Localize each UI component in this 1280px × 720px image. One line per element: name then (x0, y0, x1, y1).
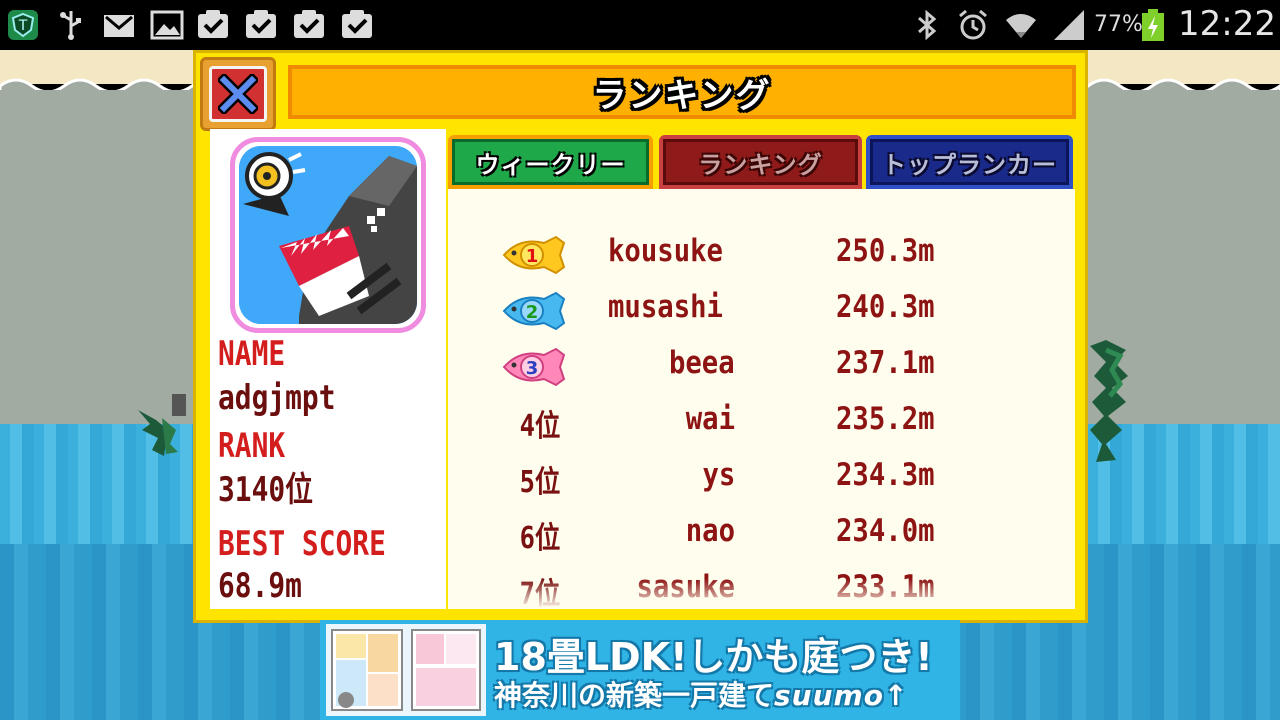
svg-text:1: 1 (526, 246, 539, 267)
blue-fish-icon: 2 (502, 291, 566, 331)
status-bar: T 77% 12:22 (0, 0, 1280, 50)
ranking-dialog: ランキング NAME adgjmpt RANK 3140位 BEST SCORE… (193, 50, 1088, 623)
ad-banner[interactable]: 18畳LDK!しかも庭つき! 神奈川の新築一戸建てsuumo↑ (320, 620, 960, 720)
ad-subline: 神奈川の新築一戸建てsuumo↑ (494, 674, 907, 714)
game-app-icon (230, 137, 426, 333)
best-score-label: BEST SCORE (218, 524, 386, 564)
ad-subline-text: 神奈川の新築一戸建て (494, 679, 775, 712)
download-done-icon (244, 8, 278, 42)
battery-percent: 77% (1094, 12, 1143, 37)
player-best-score: 68.9m (218, 566, 302, 606)
ranking-row: 2 musashi 240.3m (448, 283, 1075, 339)
svg-text:T: T (18, 18, 28, 34)
tab-top-rankers-label: トップランカー (882, 150, 1057, 179)
title-bar: ランキング (288, 65, 1076, 119)
seaweed-left (138, 394, 186, 456)
shield-app-icon: T (6, 8, 40, 42)
clock: 12:22 (1178, 4, 1276, 44)
rank-score: 234.0m (836, 513, 935, 549)
rank-position: 5位 (519, 465, 561, 500)
battery-charging-icon (1140, 8, 1166, 42)
download-done-icon (340, 8, 374, 42)
usb-icon (54, 8, 88, 42)
rank-position: 4位 (519, 409, 561, 444)
ranking-row: 3 beea 237.1m (448, 339, 1075, 395)
seaweed-right (1090, 340, 1128, 462)
signal-icon (1052, 8, 1086, 42)
list-fade (448, 579, 1075, 609)
gold-fish-icon: 1 (502, 235, 566, 275)
tab-weekly-label: ウィークリー (475, 150, 626, 179)
rank-name: nao (685, 513, 735, 549)
ranking-row: 4位 wai 235.2m (448, 395, 1075, 451)
ranking-row: 6位 nao 234.0m (448, 507, 1075, 563)
rank-name: kousuke (608, 233, 723, 269)
tab-ranking-label: ランキング (698, 150, 823, 179)
rank-name: ys (702, 457, 735, 493)
wifi-icon (1004, 8, 1038, 42)
close-button[interactable] (200, 57, 276, 131)
name-label: NAME (218, 334, 286, 374)
floorplan-image (326, 624, 486, 716)
ad-brand: suumo (774, 679, 884, 712)
rank-name: musashi (608, 289, 723, 325)
svg-text:3: 3 (526, 358, 539, 379)
bluetooth-icon (910, 8, 944, 42)
gmail-icon (102, 8, 136, 42)
alarm-icon (956, 8, 990, 42)
svg-text:2: 2 (526, 302, 539, 323)
ranking-list[interactable]: 1 kousuke 250.3m 2 musashi 240.3m 3 beea (448, 189, 1075, 609)
tab-ranking[interactable]: ランキング (659, 135, 862, 189)
rank-score: 234.3m (836, 457, 935, 493)
ranking-row: 5位 ys 234.3m (448, 451, 1075, 507)
rank-position: 6位 (519, 521, 561, 556)
player-panel: NAME adgjmpt RANK 3140位 BEST SCORE 68.9m (210, 129, 446, 609)
tab-top-rankers[interactable]: トップランカー (866, 135, 1073, 189)
ad-arrow-icon: ↑ (883, 679, 908, 712)
rank-score: 250.3m (836, 233, 935, 269)
tab-weekly[interactable]: ウィークリー (448, 135, 653, 189)
rank-label: RANK (218, 426, 286, 466)
player-rank: 3140位 (218, 470, 314, 510)
dialog-title: ランキング (592, 75, 772, 116)
pink-fish-icon: 3 (502, 347, 566, 387)
rank-name: beea (669, 345, 735, 381)
download-done-icon (196, 8, 230, 42)
rank-score: 237.1m (836, 345, 935, 381)
rank-name: wai (685, 401, 735, 437)
ranking-row: 1 kousuke 250.3m (448, 227, 1075, 283)
rank-score: 235.2m (836, 401, 935, 437)
rank-score: 240.3m (836, 289, 935, 325)
image-icon (150, 8, 184, 42)
download-done-icon (292, 8, 326, 42)
close-icon[interactable] (209, 66, 267, 122)
ad-headline: 18畳LDK!しかも庭つき! (494, 635, 933, 679)
player-name: adgjmpt (218, 378, 336, 418)
